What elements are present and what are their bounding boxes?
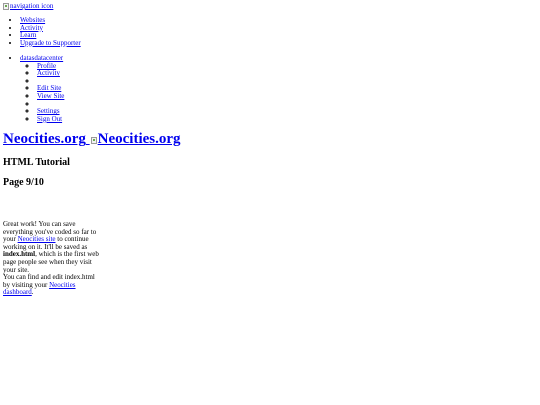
navigation-icon-link[interactable]: navigation icon xyxy=(3,2,54,11)
user-activity-link[interactable]: Activity xyxy=(37,69,60,77)
logo-home-link[interactable]: Neocities.org Neocities.org xyxy=(3,131,181,147)
broken-image-icon xyxy=(90,137,97,144)
submenu-item-sign-out: Sign Out xyxy=(37,115,64,124)
tutorial-paragraph-save: Great work! You can save everything you'… xyxy=(3,220,99,274)
logo-text: Neocities.org xyxy=(3,131,86,147)
tutorial-title: HTML Tutorial xyxy=(3,157,70,168)
user-submenu: Profile Activity Edit Site View Site Set… xyxy=(20,62,64,124)
logo-image-alt-text: Neocities.org xyxy=(97,131,181,147)
navigation-icon-alt-text: navigation icon xyxy=(10,2,54,10)
tutorial-body: Great work! You can save everything you'… xyxy=(3,220,99,297)
user-menu: datasdatacenter Profile Activity Edit Si… xyxy=(20,54,64,124)
submenu-item-view-site: View Site xyxy=(37,92,64,101)
broken-image-icon xyxy=(3,3,9,11)
upgrade-to-supporter-link[interactable]: Upgrade to Supporter xyxy=(20,39,81,47)
tutorial-paragraph-dashboard: You can find and edit index.html by visi… xyxy=(3,273,99,297)
menu-item-upgrade: Upgrade to Supporter xyxy=(20,39,81,48)
site-logo-heading: Neocities.org Neocities.org xyxy=(3,131,181,148)
submenu-item-activity: Activity xyxy=(37,69,64,78)
view-site-link[interactable]: View Site xyxy=(37,92,64,100)
period-text: . xyxy=(31,288,34,297)
sign-out-link[interactable]: Sign Out xyxy=(37,115,62,123)
page-number: Page 9/10 xyxy=(3,177,44,188)
primary-menu: Websites Activity Learn Upgrade to Suppo… xyxy=(20,16,81,48)
user-menu-item: datasdatacenter Profile Activity Edit Si… xyxy=(20,54,64,124)
